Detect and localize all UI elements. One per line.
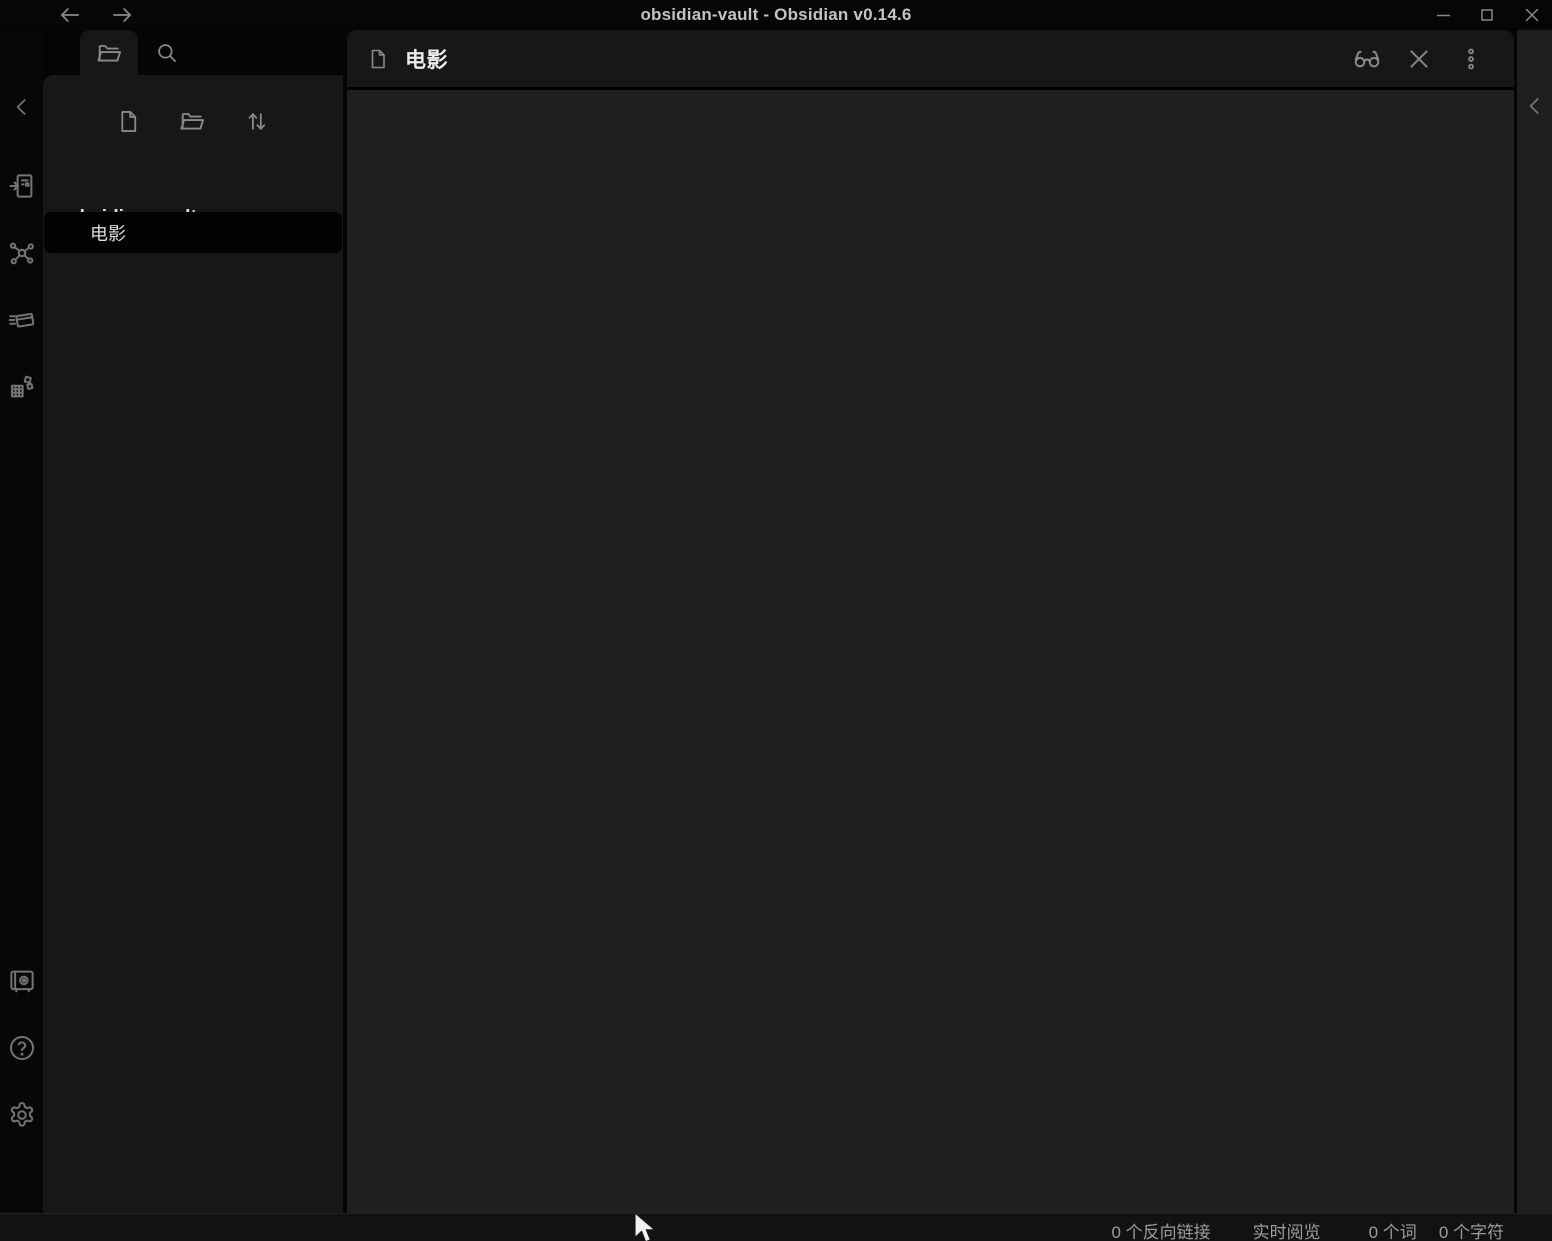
glasses-icon bbox=[1352, 44, 1382, 74]
note-view-header: 电影 bbox=[347, 30, 1514, 87]
file-item-selected[interactable]: 电影 bbox=[44, 212, 342, 253]
community-plugins-icon[interactable] bbox=[4, 369, 40, 405]
obsidian-window: obsidian-vault - Obsidian v0.14.6 bbox=[0, 0, 1552, 1241]
command-palette-icon[interactable] bbox=[4, 302, 40, 338]
collapse-left-sidebar-icon[interactable] bbox=[4, 89, 40, 125]
new-folder-icon bbox=[178, 107, 206, 135]
new-folder-button[interactable] bbox=[177, 106, 207, 136]
note-file-icon bbox=[365, 46, 391, 72]
new-note-icon bbox=[115, 108, 142, 135]
search-icon bbox=[154, 40, 180, 66]
close-icon bbox=[1405, 45, 1433, 73]
status-bar: 0 个反向链接 实时阅览 0 个词 0 个字符 bbox=[0, 1213, 1552, 1241]
note-title: 电影 bbox=[405, 44, 448, 74]
sidebar-tab-strip bbox=[43, 30, 343, 75]
sort-order-button[interactable] bbox=[241, 106, 271, 136]
file-explorer-pane: obsidian-vault 电影 bbox=[43, 75, 343, 1213]
close-window-button[interactable] bbox=[1517, 1, 1547, 28]
close-pane-button[interactable] bbox=[1404, 44, 1434, 74]
settings-gear-icon[interactable] bbox=[4, 1097, 40, 1133]
graph-view-icon[interactable] bbox=[4, 235, 40, 271]
right-sidebar-collapsed bbox=[1517, 30, 1552, 1213]
file-item-label: 电影 bbox=[90, 220, 126, 246]
header-actions bbox=[1352, 44, 1514, 74]
status-word-count: 0 个词 bbox=[1369, 1218, 1417, 1241]
status-char-count: 0 个字符 bbox=[1439, 1218, 1504, 1241]
main-pane: 电影 bbox=[347, 30, 1514, 1213]
tab-search[interactable] bbox=[138, 30, 196, 75]
new-note-button[interactable] bbox=[113, 106, 143, 136]
minimize-button[interactable] bbox=[1429, 1, 1459, 28]
reading-view-toggle-button[interactable] bbox=[1352, 44, 1382, 74]
help-icon[interactable] bbox=[4, 1030, 40, 1066]
folder-icon bbox=[95, 39, 123, 67]
status-editor-mode[interactable]: 实时阅览 bbox=[1253, 1218, 1321, 1241]
expand-right-sidebar-icon[interactable] bbox=[1519, 90, 1551, 122]
title-bar: obsidian-vault - Obsidian v0.14.6 bbox=[0, 0, 1552, 30]
kebab-menu-icon bbox=[1458, 46, 1484, 72]
more-options-button[interactable] bbox=[1456, 44, 1486, 74]
mouse-cursor bbox=[633, 1211, 659, 1241]
left-sidebar: obsidian-vault 电影 bbox=[43, 30, 343, 1213]
quick-switcher-icon[interactable] bbox=[4, 168, 40, 204]
window-title: obsidian-vault - Obsidian v0.14.6 bbox=[0, 0, 1552, 30]
maximize-button[interactable] bbox=[1472, 1, 1502, 28]
file-explorer-toolbar bbox=[113, 106, 271, 136]
left-ribbon bbox=[0, 30, 43, 1213]
editor-area[interactable] bbox=[347, 90, 1514, 1213]
tab-file-explorer[interactable] bbox=[80, 30, 138, 75]
vault-switcher-icon[interactable] bbox=[4, 963, 40, 999]
sort-arrows-icon bbox=[243, 108, 270, 135]
status-backlinks[interactable]: 0 个反向链接 bbox=[1111, 1218, 1210, 1241]
